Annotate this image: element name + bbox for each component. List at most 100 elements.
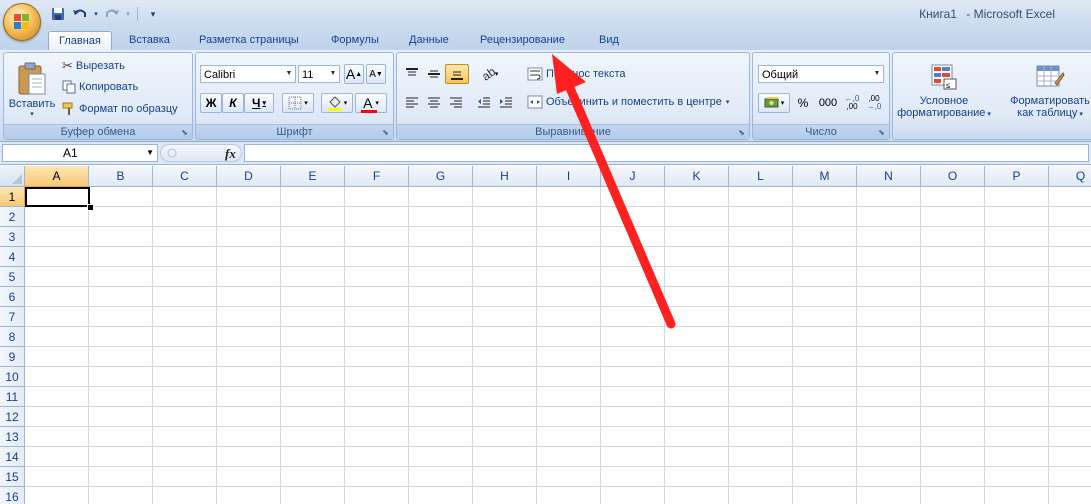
- tab-view[interactable]: Вид: [589, 31, 629, 50]
- format-painter-button[interactable]: Формат по образцу: [62, 102, 178, 116]
- font-name-combo[interactable]: Calibri ▼: [200, 65, 296, 83]
- increase-indent-button[interactable]: [495, 93, 517, 113]
- copy-button[interactable]: Копировать: [62, 80, 138, 94]
- column-header-i[interactable]: I: [537, 166, 601, 187]
- bold-button[interactable]: Ж: [200, 93, 222, 113]
- accounting-format-button[interactable]: ▾: [758, 93, 790, 113]
- row-header-15[interactable]: 15: [0, 467, 25, 487]
- column-header-e[interactable]: E: [281, 166, 345, 187]
- decrease-decimal-button[interactable]: ,00 →,0: [863, 93, 885, 113]
- align-left-button[interactable]: [401, 93, 423, 113]
- align-top-button[interactable]: [401, 64, 423, 84]
- chevron-down-icon: ▾: [985, 111, 991, 118]
- fill-color-button[interactable]: ▾: [321, 93, 353, 113]
- column-header-g[interactable]: G: [409, 166, 473, 187]
- formula-input[interactable]: [244, 144, 1089, 162]
- column-header-c[interactable]: C: [153, 166, 217, 187]
- tab-page-layout[interactable]: Разметка страницы: [189, 31, 309, 50]
- format-as-table-button[interactable]: Форматировать как таблицу ▾: [1001, 57, 1091, 125]
- align-right-button[interactable]: [445, 93, 467, 113]
- ribbon-tabs: Главная Вставка Разметка страницы Формул…: [0, 28, 1091, 51]
- select-all-button[interactable]: [0, 166, 25, 187]
- row-header-14[interactable]: 14: [0, 447, 25, 467]
- wrap-text-button[interactable]: Перенос текста: [527, 67, 626, 81]
- grid-hline: [25, 486, 1091, 487]
- row-header-11[interactable]: 11: [0, 387, 25, 407]
- row-header-4[interactable]: 4: [0, 247, 25, 267]
- office-logo-icon: [14, 14, 30, 30]
- column-header-n[interactable]: N: [857, 166, 921, 187]
- percent-button[interactable]: %: [793, 93, 813, 113]
- row-header-3[interactable]: 3: [0, 227, 25, 247]
- column-header-b[interactable]: B: [89, 166, 153, 187]
- chevron-down-icon: ▾: [780, 100, 785, 107]
- conditional-formatting-button[interactable]: ≤ Условное форматирование ▾: [895, 57, 993, 125]
- row-header-9[interactable]: 9: [0, 347, 25, 367]
- chevron-down-icon[interactable]: ▼: [146, 145, 154, 161]
- worksheet-grid[interactable]: ABCDEFGHIJKLMNOPQ 1 2 3 4 5 6 7 8 9 10 11 12 13 14 15 1…: [0, 166, 1091, 504]
- grid-hline: [25, 326, 1091, 327]
- number-launcher-icon[interactable]: ⬊: [877, 128, 886, 137]
- column-header-d[interactable]: D: [217, 166, 281, 187]
- format-as-table-label-2-wrap: как таблицу ▾: [1017, 107, 1083, 119]
- shrink-icon: ▼: [375, 70, 383, 78]
- row-header-2[interactable]: 2: [0, 207, 25, 227]
- tab-home[interactable]: Главная: [48, 31, 112, 51]
- resize-handle-icon[interactable]: [167, 148, 177, 158]
- column-header-k[interactable]: K: [665, 166, 729, 187]
- thousands-separator-button[interactable]: 000: [815, 93, 841, 113]
- row-header-5[interactable]: 5: [0, 267, 25, 287]
- font-color-button[interactable]: A ▾: [355, 93, 387, 113]
- insert-function-button[interactable]: fx: [225, 146, 236, 162]
- grow-font-button[interactable]: A ▲: [344, 64, 364, 84]
- formula-bar: A1 ▼ fx: [0, 142, 1091, 165]
- tab-data[interactable]: Данные: [399, 31, 459, 50]
- number-format-combo[interactable]: Общий ▼: [758, 65, 884, 83]
- active-cell[interactable]: [25, 187, 90, 207]
- merge-center-button[interactable]: Объединить и поместить в центре ▾: [527, 95, 729, 109]
- tab-review[interactable]: Рецензирование: [470, 31, 575, 50]
- name-box[interactable]: A1 ▼: [2, 144, 158, 162]
- column-header-a[interactable]: A: [25, 166, 89, 187]
- row-header-7[interactable]: 7: [0, 307, 25, 327]
- align-right-icon: [450, 97, 462, 108]
- alignment-launcher-icon[interactable]: ⬊: [737, 128, 746, 137]
- column-header-j[interactable]: J: [601, 166, 665, 187]
- font-size-combo[interactable]: 11 ▼: [298, 65, 340, 83]
- row-header-8[interactable]: 8: [0, 327, 25, 347]
- paste-button[interactable]: Вставить ▾: [9, 57, 55, 123]
- column-header-h[interactable]: H: [473, 166, 537, 187]
- clipboard-launcher-icon[interactable]: ⬊: [180, 128, 189, 137]
- row-header-6[interactable]: 6: [0, 287, 25, 307]
- underline-label: Ч: [252, 96, 261, 110]
- row-header-10[interactable]: 10: [0, 367, 25, 387]
- column-header-p[interactable]: P: [985, 166, 1049, 187]
- orientation-button[interactable]: ab ▾: [475, 64, 505, 84]
- column-header-m[interactable]: M: [793, 166, 857, 187]
- tab-insert[interactable]: Вставка: [119, 31, 180, 50]
- increase-decimal-button[interactable]: ←,0 ,00: [841, 93, 863, 113]
- tab-formulas[interactable]: Формулы: [321, 31, 389, 50]
- row-header-1[interactable]: 1: [0, 187, 25, 207]
- align-center-button[interactable]: [423, 93, 445, 113]
- fill-handle[interactable]: [87, 204, 94, 211]
- borders-button[interactable]: ▾: [282, 93, 314, 113]
- row-header-16[interactable]: 16: [0, 487, 25, 504]
- cut-button[interactable]: ✂ Вырезать: [62, 58, 125, 74]
- column-header-l[interactable]: L: [729, 166, 793, 187]
- wrap-text-label: Перенос текста: [546, 68, 626, 80]
- row-header-12[interactable]: 12: [0, 407, 25, 427]
- align-middle-button[interactable]: [423, 64, 445, 84]
- column-header-o[interactable]: O: [921, 166, 985, 187]
- align-bottom-button[interactable]: [445, 64, 469, 84]
- column-header-f[interactable]: F: [345, 166, 409, 187]
- fill-color-icon: [327, 96, 342, 111]
- underline-button[interactable]: Ч ▾: [244, 93, 274, 113]
- shrink-font-button[interactable]: A ▼: [366, 64, 386, 84]
- decrease-indent-button[interactable]: [473, 93, 495, 113]
- office-button[interactable]: [3, 3, 41, 41]
- column-header-q[interactable]: Q: [1049, 166, 1091, 187]
- font-launcher-icon[interactable]: ⬊: [381, 128, 390, 137]
- row-header-13[interactable]: 13: [0, 427, 25, 447]
- italic-button[interactable]: К: [222, 93, 244, 113]
